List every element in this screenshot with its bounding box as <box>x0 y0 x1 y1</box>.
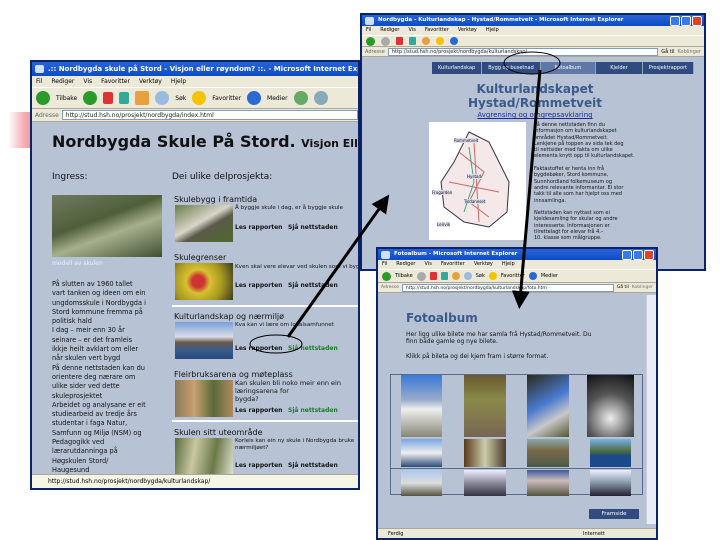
arrow-to-kulturlandskap <box>286 194 390 338</box>
annotation-layer <box>249 51 561 354</box>
arrow-to-fotoalbum <box>511 69 542 309</box>
highlight-ellipse-nav <box>503 51 561 75</box>
highlight-ellipse-link <box>249 334 303 354</box>
